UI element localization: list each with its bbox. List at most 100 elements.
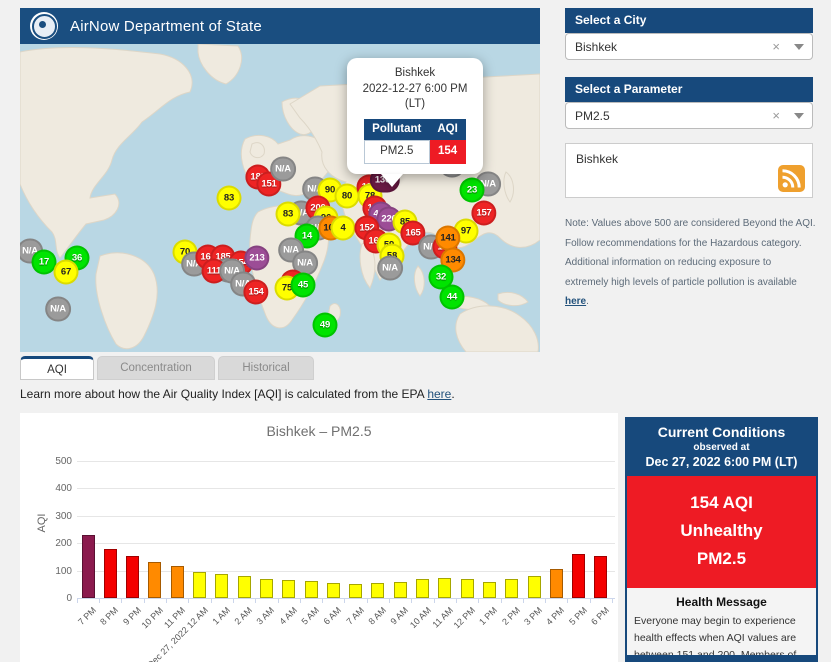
chart-x-tick bbox=[278, 598, 279, 603]
chart-x-tick bbox=[389, 598, 390, 603]
chart-x-tick bbox=[545, 598, 546, 603]
chart-bar[interactable] bbox=[394, 582, 407, 598]
chart-y-tick-label: 400 bbox=[40, 483, 72, 494]
chart-bar[interactable] bbox=[483, 582, 496, 598]
aqi-map-marker[interactable]: N/A bbox=[45, 297, 71, 322]
chart-bar[interactable] bbox=[349, 584, 362, 598]
chart-x-axis-label: 7 PM bbox=[76, 605, 98, 627]
chart-x-axis-label: 3 PM bbox=[522, 605, 544, 627]
aqi-map-marker[interactable]: 4 bbox=[331, 216, 356, 241]
chart-x-tick bbox=[77, 598, 78, 603]
aqi-map-marker[interactable]: 44 bbox=[440, 285, 465, 310]
chart-x-tick bbox=[255, 598, 256, 603]
chart-bar[interactable] bbox=[215, 574, 228, 598]
chart-bar[interactable] bbox=[371, 583, 384, 598]
parameter-dropdown-caret-icon[interactable] bbox=[794, 113, 804, 124]
epa-info-text: Learn more about how the Air Quality Ind… bbox=[20, 387, 427, 401]
chart-x-tick bbox=[166, 598, 167, 603]
chart-bar[interactable] bbox=[238, 576, 251, 598]
chart-bar[interactable] bbox=[282, 580, 295, 598]
city-dropdown-caret-icon[interactable] bbox=[794, 44, 804, 55]
chart-bar[interactable] bbox=[82, 535, 95, 598]
chart-bar[interactable] bbox=[505, 579, 518, 598]
state-department-seal-icon bbox=[30, 12, 58, 40]
chart-bar[interactable] bbox=[416, 579, 429, 598]
current-aqi-category: Unhealthy bbox=[627, 517, 816, 545]
popup-aqi-value: 154 bbox=[429, 141, 465, 164]
chart-x-tick bbox=[188, 598, 189, 603]
health-message-header: Health Message bbox=[627, 595, 816, 609]
note-period: . bbox=[586, 296, 589, 307]
chart-gridline bbox=[77, 543, 615, 544]
chart-bar[interactable] bbox=[148, 562, 161, 598]
chart-x-axis-label: 7 AM bbox=[344, 605, 366, 627]
aqi-map-marker[interactable]: 83 bbox=[276, 202, 301, 227]
chart-bar[interactable] bbox=[171, 566, 184, 598]
aqi-map-marker[interactable]: 23 bbox=[460, 178, 485, 203]
aqi-map-marker[interactable]: 49 bbox=[313, 313, 338, 338]
epa-info-line: Learn more about how the Air Quality Ind… bbox=[20, 387, 455, 401]
chart-bar[interactable] bbox=[572, 554, 585, 598]
chart-x-tick bbox=[523, 598, 524, 603]
current-conditions-panel: Current Conditions observed at Dec 27, 2… bbox=[625, 417, 818, 662]
popup-pointer bbox=[381, 174, 403, 187]
chart-bar[interactable] bbox=[461, 579, 474, 598]
chart-gridline bbox=[77, 461, 615, 462]
chart-x-axis-label: 10 AM bbox=[407, 605, 432, 630]
chart-x-axis-label: 6 PM bbox=[589, 605, 611, 627]
feed-city-label: Bishkek bbox=[576, 152, 618, 166]
chart-bar[interactable] bbox=[104, 549, 117, 598]
chart-bar[interactable] bbox=[327, 583, 340, 598]
aqi-map-marker[interactable]: 67 bbox=[54, 260, 79, 285]
rss-feed-icon[interactable] bbox=[778, 165, 805, 192]
parameter-select[interactable]: PM2.5 × bbox=[565, 102, 813, 129]
select-city-header: Select a City bbox=[565, 8, 813, 33]
tab-historical[interactable]: Historical bbox=[218, 356, 314, 380]
current-conditions-title: Current Conditions bbox=[629, 424, 814, 440]
chart-x-axis-label: 8 AM bbox=[366, 605, 388, 627]
city-select-value: Bishkek bbox=[575, 40, 772, 54]
chart-x-axis-label: 1 PM bbox=[478, 605, 500, 627]
chart-bar[interactable] bbox=[528, 576, 541, 598]
chart-bar[interactable] bbox=[260, 579, 273, 598]
aqi-map-marker[interactable]: N/A bbox=[377, 256, 403, 281]
panel-footer-bar bbox=[627, 655, 816, 660]
beyond-aqi-note: Note: Values above 500 are considered Be… bbox=[565, 214, 817, 312]
aqi-map-marker[interactable]: 83 bbox=[217, 186, 242, 211]
popup-city: Bishkek bbox=[351, 66, 479, 82]
chart-x-tick bbox=[434, 598, 435, 603]
tab-aqi[interactable]: AQI bbox=[20, 356, 94, 380]
chart-x-tick bbox=[233, 598, 234, 603]
current-aqi-banner: 154 AQI Unhealthy PM2.5 bbox=[627, 476, 816, 588]
chart-x-tick bbox=[144, 598, 145, 603]
note-text: Note: Values above 500 are considered Be… bbox=[565, 218, 816, 288]
chart-bar[interactable] bbox=[594, 556, 607, 598]
chart-bar[interactable] bbox=[550, 569, 563, 598]
clear-parameter-icon[interactable]: × bbox=[772, 108, 780, 123]
chart-x-tick bbox=[322, 598, 323, 603]
note-here-link[interactable]: here bbox=[565, 296, 586, 307]
aqi-map-marker[interactable]: N/A bbox=[270, 157, 296, 182]
tab-concentration[interactable]: Concentration bbox=[97, 356, 215, 380]
popup-pollutant-header: Pollutant bbox=[364, 119, 429, 141]
app-header: AirNow Department of State bbox=[20, 8, 540, 44]
epa-here-link[interactable]: here bbox=[427, 387, 451, 401]
chart-bar[interactable] bbox=[193, 572, 206, 598]
select-parameter-header: Select a Parameter bbox=[565, 77, 813, 102]
chart-x-axis-label: 5 AM bbox=[299, 605, 321, 627]
parameter-select-value: PM2.5 bbox=[575, 109, 772, 123]
app-title: AirNow Department of State bbox=[70, 18, 262, 35]
chart-x-axis-label: 4 PM bbox=[544, 605, 566, 627]
chart-x-tick bbox=[567, 598, 568, 603]
clear-city-icon[interactable]: × bbox=[772, 39, 780, 54]
city-select[interactable]: Bishkek × bbox=[565, 33, 813, 60]
world-map[interactable]: N/A173667N/A70N/A166185N/A11183180151N/A… bbox=[20, 44, 540, 352]
chart-bar[interactable] bbox=[305, 581, 318, 598]
aqi-map-marker[interactable]: 45 bbox=[291, 273, 316, 298]
chart-bar[interactable] bbox=[126, 556, 139, 598]
observed-at-label: observed at bbox=[629, 442, 814, 453]
chart-bar[interactable] bbox=[438, 578, 451, 598]
current-aqi-value: 154 AQI bbox=[627, 489, 816, 517]
chart-x-axis-label: 3 AM bbox=[255, 605, 277, 627]
chart-x-axis-label: 2 AM bbox=[233, 605, 255, 627]
